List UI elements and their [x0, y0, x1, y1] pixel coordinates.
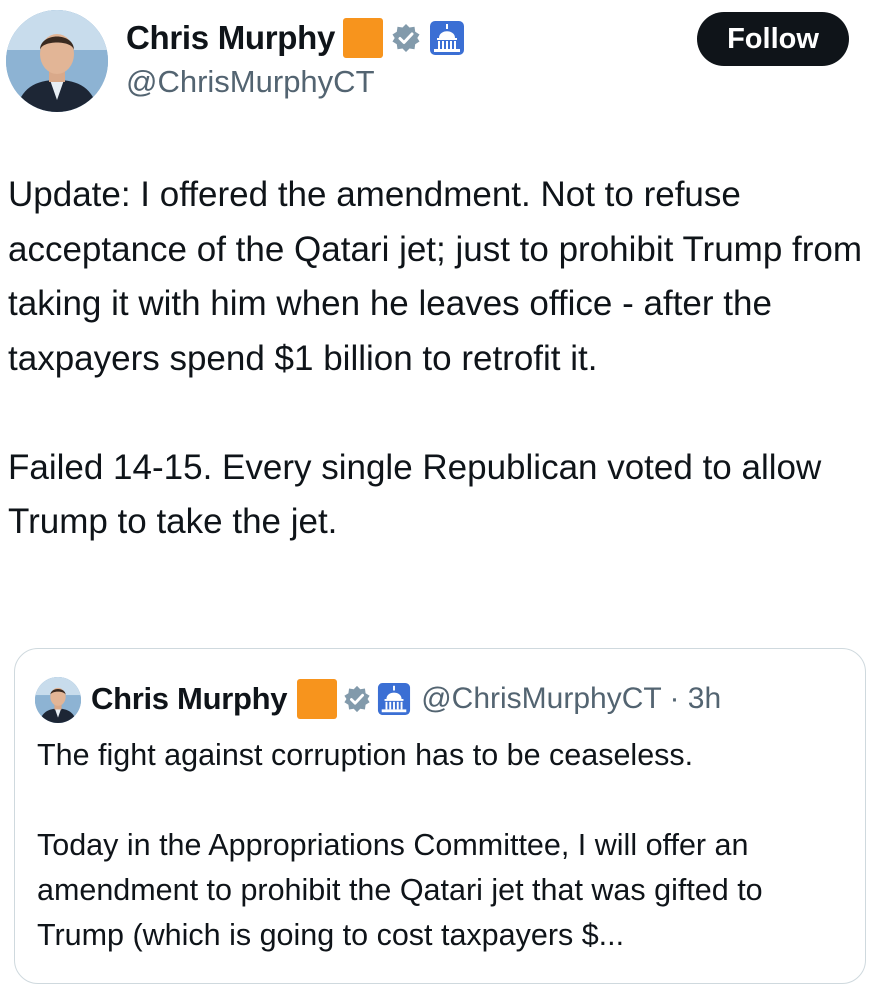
quoted-tweet-text: The fight against corruption has to be c…: [37, 738, 763, 952]
author-row: Chris Murphy: [126, 18, 465, 58]
author-name[interactable]: Chris Murphy: [126, 19, 335, 57]
quoted-author-name[interactable]: Chris Murphy: [91, 681, 288, 717]
verified-badge-icon[interactable]: [391, 23, 421, 53]
tweet-header: Chris Murphy @ChrisMurphyCT Follow: [0, 0, 881, 130]
author-handle[interactable]: @ChrisMurphyCT: [126, 64, 375, 100]
quoted-handle-time: @ChrisMurphyCT · 3h: [421, 682, 722, 715]
quoted-avatar[interactable]: [35, 677, 81, 723]
orange-square-icon: [297, 679, 338, 719]
tweet-text: Update: I offered the amendment. Not to …: [8, 175, 863, 541]
capitol-icon: [377, 682, 411, 716]
verified-badge-icon: [343, 685, 371, 713]
quoted-tweet[interactable]: Chris Murphy @ChrisMurphyCT · 3h The fig…: [14, 648, 866, 984]
follow-button[interactable]: Follow: [697, 12, 849, 66]
capitol-icon[interactable]: [429, 20, 465, 56]
quoted-author-row: Chris Murphy @ChrisMurphyCT · 3h: [91, 679, 721, 719]
avatar[interactable]: [6, 10, 108, 112]
orange-square-icon: [343, 18, 384, 58]
